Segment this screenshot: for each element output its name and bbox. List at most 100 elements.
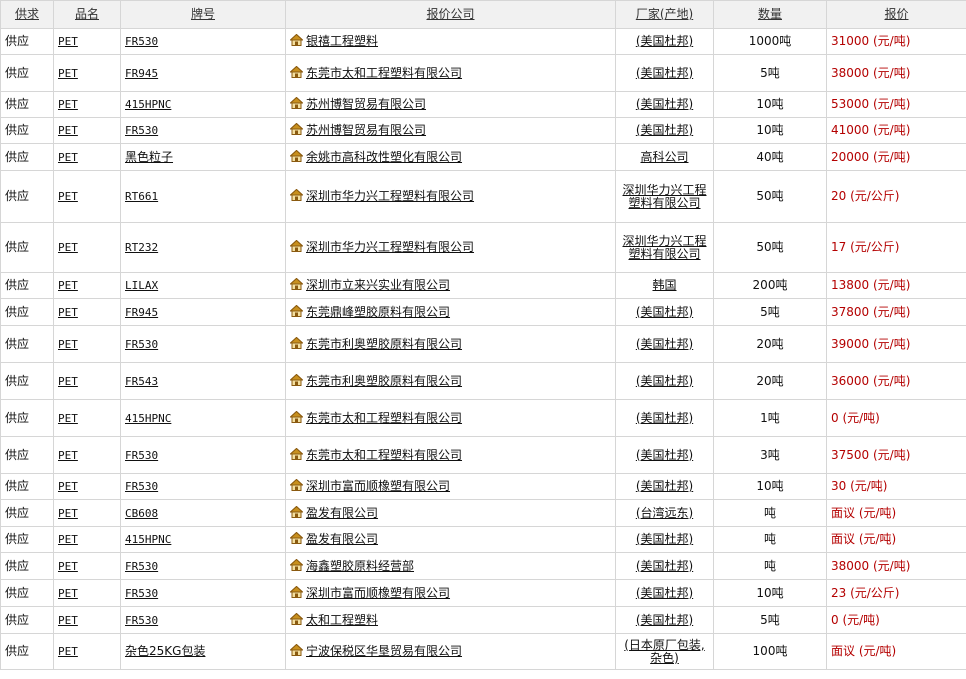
cell-maker[interactable]: (美国杜邦) — [615, 526, 714, 553]
cell-name[interactable]: PET — [53, 117, 121, 144]
product-name-link[interactable]: PET — [58, 151, 78, 164]
house-icon[interactable] — [289, 643, 304, 659]
cell-grade[interactable]: FR945 — [120, 298, 286, 326]
product-name-link[interactable]: PET — [58, 645, 78, 658]
cell-maker[interactable]: (美国杜邦) — [615, 298, 714, 326]
maker-link[interactable]: 高科公司 — [640, 150, 688, 164]
house-icon[interactable] — [289, 239, 304, 255]
maker-link[interactable]: 深圳华力兴工程塑料有限公司 — [622, 234, 706, 261]
grade-link[interactable]: LILAX — [125, 279, 158, 292]
sort-name-link[interactable]: 品名 — [75, 7, 99, 21]
grade-link[interactable]: 黑色粒子 — [125, 150, 173, 164]
company-link[interactable]: 东莞市利奥塑胶原料有限公司 — [306, 374, 462, 388]
cell-grade[interactable]: FR530 — [120, 436, 286, 474]
product-name-link[interactable]: PET — [58, 412, 78, 425]
cell-maker[interactable]: 深圳华力兴工程塑料有限公司 — [615, 222, 714, 273]
grade-link[interactable]: FR530 — [125, 614, 158, 627]
maker-link[interactable]: (美国杜邦) — [636, 479, 693, 493]
company-link[interactable]: 深圳市富而顺橡塑有限公司 — [306, 479, 450, 493]
maker-link[interactable]: (美国杜邦) — [636, 532, 693, 546]
grade-link[interactable]: CB608 — [125, 507, 158, 520]
company-link[interactable]: 深圳市华力兴工程塑料有限公司 — [306, 240, 474, 254]
company-link[interactable]: 宁波保税区华垦贸易有限公司 — [306, 644, 462, 658]
cell-maker[interactable]: (美国杜邦) — [615, 28, 714, 55]
cell-grade[interactable]: FR530 — [120, 325, 286, 363]
company-link[interactable]: 东莞鼎峰塑胶原料有限公司 — [306, 305, 450, 319]
house-icon[interactable] — [289, 410, 304, 426]
cell-grade[interactable]: 415HPNC — [120, 399, 286, 437]
cell-grade[interactable]: FR945 — [120, 54, 286, 92]
house-icon[interactable] — [289, 33, 304, 49]
maker-link[interactable]: (美国杜邦) — [636, 97, 693, 111]
product-name-link[interactable]: PET — [58, 67, 78, 80]
cell-company[interactable]: 苏州博智贸易有限公司 — [285, 117, 616, 144]
cell-maker[interactable]: (美国杜邦) — [615, 473, 714, 500]
cell-maker[interactable]: (美国杜邦) — [615, 362, 714, 400]
company-link[interactable]: 苏州博智贸易有限公司 — [306, 97, 426, 111]
header-type[interactable]: 供求 — [0, 0, 54, 29]
company-link[interactable]: 东莞市太和工程塑料有限公司 — [306, 448, 462, 462]
grade-link[interactable]: FR530 — [125, 449, 158, 462]
company-link[interactable]: 东莞市太和工程塑料有限公司 — [306, 66, 462, 80]
company-link[interactable]: 深圳市华力兴工程塑料有限公司 — [306, 189, 474, 203]
company-link[interactable]: 盈发有限公司 — [306, 532, 378, 546]
product-name-link[interactable]: PET — [58, 124, 78, 137]
grade-link[interactable]: 415HPNC — [125, 98, 171, 111]
grade-link[interactable]: FR543 — [125, 375, 158, 388]
cell-grade[interactable]: FR530 — [120, 552, 286, 580]
cell-company[interactable]: 深圳市富而顺橡塑有限公司 — [285, 473, 616, 500]
grade-link[interactable]: FR530 — [125, 587, 158, 600]
cell-grade[interactable]: 415HPNC — [120, 91, 286, 118]
header-name[interactable]: 品名 — [53, 0, 121, 29]
product-name-link[interactable]: PET — [58, 507, 78, 520]
cell-grade[interactable]: FR530 — [120, 579, 286, 607]
product-name-link[interactable]: PET — [58, 560, 78, 573]
house-icon[interactable] — [289, 122, 304, 138]
cell-company[interactable]: 海鑫塑胶原料经营部 — [285, 552, 616, 580]
house-icon[interactable] — [289, 277, 304, 293]
cell-name[interactable]: PET — [53, 54, 121, 92]
cell-name[interactable]: PET — [53, 579, 121, 607]
cell-grade[interactable]: 杂色25KG包装 — [120, 633, 286, 670]
cell-company[interactable]: 余姚市高科改性塑化有限公司 — [285, 143, 616, 171]
cell-name[interactable]: PET — [53, 362, 121, 400]
cell-maker[interactable]: 韩国 — [615, 272, 714, 299]
grade-link[interactable]: FR530 — [125, 480, 158, 493]
cell-maker[interactable]: (美国杜邦) — [615, 117, 714, 144]
cell-company[interactable]: 深圳市华力兴工程塑料有限公司 — [285, 222, 616, 273]
product-name-link[interactable]: PET — [58, 35, 78, 48]
cell-company[interactable]: 深圳市富而顺橡塑有限公司 — [285, 579, 616, 607]
product-name-link[interactable]: PET — [58, 375, 78, 388]
cell-grade[interactable]: FR530 — [120, 28, 286, 55]
grade-link[interactable]: RT661 — [125, 190, 158, 203]
maker-link[interactable]: 深圳华力兴工程塑料有限公司 — [622, 183, 706, 210]
house-icon[interactable] — [289, 478, 304, 494]
house-icon[interactable] — [289, 531, 304, 547]
cell-company[interactable]: 太和工程塑料 — [285, 606, 616, 634]
cell-grade[interactable]: 黑色粒子 — [120, 143, 286, 171]
product-name-link[interactable]: PET — [58, 338, 78, 351]
cell-company[interactable]: 东莞市利奥塑胶原料有限公司 — [285, 325, 616, 363]
cell-grade[interactable]: FR530 — [120, 117, 286, 144]
sort-grade-link[interactable]: 牌号 — [191, 7, 215, 21]
grade-link[interactable]: FR530 — [125, 338, 158, 351]
cell-maker[interactable]: (美国杜邦) — [615, 606, 714, 634]
cell-company[interactable]: 银禧工程塑料 — [285, 28, 616, 55]
cell-maker[interactable]: (美国杜邦) — [615, 91, 714, 118]
product-name-link[interactable]: PET — [58, 241, 78, 254]
cell-company[interactable]: 东莞市利奥塑胶原料有限公司 — [285, 362, 616, 400]
house-icon[interactable] — [289, 585, 304, 601]
cell-maker[interactable]: (美国杜邦) — [615, 552, 714, 580]
cell-grade[interactable]: 415HPNC — [120, 526, 286, 553]
maker-link[interactable]: (美国杜邦) — [636, 613, 693, 627]
company-link[interactable]: 苏州博智贸易有限公司 — [306, 123, 426, 137]
house-icon[interactable] — [289, 447, 304, 463]
cell-name[interactable]: PET — [53, 325, 121, 363]
cell-name[interactable]: PET — [53, 28, 121, 55]
cell-grade[interactable]: FR530 — [120, 606, 286, 634]
maker-link[interactable]: (美国杜邦) — [636, 559, 693, 573]
company-link[interactable]: 东莞市利奥塑胶原料有限公司 — [306, 337, 462, 351]
product-name-link[interactable]: PET — [58, 98, 78, 111]
cell-company[interactable]: 深圳市立来兴实业有限公司 — [285, 272, 616, 299]
cell-name[interactable]: PET — [53, 143, 121, 171]
